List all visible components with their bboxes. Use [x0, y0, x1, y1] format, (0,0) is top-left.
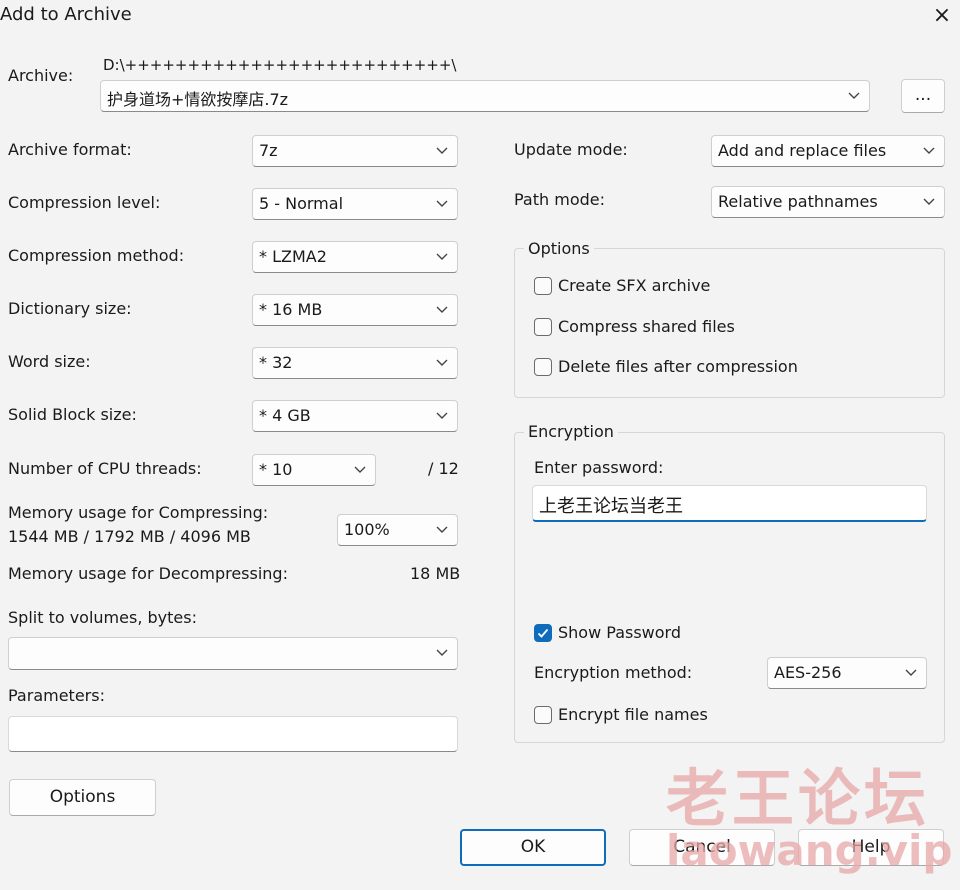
path-mode-label: Path mode: — [514, 190, 605, 209]
memory-usage-select[interactable]: 100% — [337, 514, 458, 546]
encryption-method-label: Encryption method: — [534, 663, 693, 682]
ok-button[interactable]: OK — [460, 829, 606, 866]
compression-level-value: 5 - Normal — [259, 194, 344, 213]
options-button[interactable]: Options — [9, 779, 156, 816]
memory-decompress-label: Memory usage for Decompressing: — [8, 564, 288, 583]
solid-block-size-select[interactable]: * 4 GB — [252, 400, 458, 432]
chevron-down-icon — [848, 92, 860, 99]
archive-format-label: Archive format: — [8, 140, 132, 159]
cpu-threads-label: Number of CPU threads: — [8, 459, 202, 478]
delete-after-label: Delete files after compression — [558, 357, 798, 376]
cpu-threads-max: / 12 — [428, 459, 459, 478]
browse-button[interactable]: ... — [901, 79, 945, 113]
compression-level-select[interactable]: 5 - Normal — [252, 188, 458, 220]
compression-method-select[interactable]: * LZMA2 — [252, 241, 458, 273]
chevron-down-icon — [436, 253, 448, 260]
encryption-group-legend: Encryption — [524, 422, 618, 441]
chevron-down-icon — [436, 412, 448, 419]
enter-password-label: Enter password: — [534, 458, 664, 477]
password-input[interactable]: 上老王论坛当老王 — [532, 485, 927, 522]
checkmark-icon — [537, 628, 549, 638]
archive-filename-combo[interactable]: 护身道场+情欲按摩店.7z — [100, 80, 870, 112]
compress-shared-checkbox[interactable] — [534, 318, 552, 336]
compression-method-label: Compression method: — [8, 246, 185, 265]
compress-shared-label: Compress shared files — [558, 317, 735, 336]
parameters-label: Parameters: — [8, 686, 105, 705]
create-sfx-label: Create SFX archive — [558, 276, 711, 295]
dictionary-size-label: Dictionary size: — [8, 299, 132, 318]
encrypt-names-label: Encrypt file names — [558, 705, 708, 724]
archive-filename-value: 护身道场+情欲按摩店.7z — [107, 90, 289, 109]
chevron-down-icon — [436, 526, 448, 533]
memory-compress-detail: 1544 MB / 1792 MB / 4096 MB — [8, 527, 251, 546]
show-password-label: Show Password — [558, 623, 681, 642]
dictionary-size-value: * 16 MB — [259, 300, 323, 319]
options-group-legend: Options — [524, 239, 594, 258]
archive-label: Archive: — [8, 66, 74, 85]
path-mode-value: Relative pathnames — [718, 192, 878, 211]
word-size-label: Word size: — [8, 352, 91, 371]
memory-usage-value: 100% — [344, 520, 390, 539]
update-mode-value: Add and replace files — [718, 141, 887, 160]
split-volumes-combo[interactable] — [8, 637, 458, 670]
encrypt-names-checkbox[interactable] — [534, 706, 552, 724]
compression-method-value: * LZMA2 — [259, 247, 327, 266]
chevron-down-icon — [905, 669, 917, 676]
chevron-down-icon — [436, 147, 448, 154]
parameters-input[interactable] — [8, 716, 458, 752]
chevron-down-icon — [436, 649, 448, 656]
archive-format-value: 7z — [259, 141, 278, 160]
chevron-down-icon — [923, 198, 935, 205]
archive-format-select[interactable]: 7z — [252, 135, 458, 167]
chevron-down-icon — [436, 306, 448, 313]
create-sfx-checkbox[interactable] — [534, 277, 552, 295]
watermark-text-url: laowang.vip — [666, 826, 953, 875]
cpu-threads-value: * 10 — [259, 460, 293, 479]
cpu-threads-select[interactable]: * 10 — [252, 454, 376, 486]
show-password-checkbox[interactable] — [534, 624, 552, 642]
memory-compress-label: Memory usage for Compressing: — [8, 503, 269, 522]
word-size-value: * 32 — [259, 353, 293, 372]
solid-block-size-value: * 4 GB — [259, 406, 311, 425]
password-value: 上老王论坛当老王 — [539, 496, 683, 517]
chevron-down-icon — [436, 200, 448, 207]
memory-decompress-value: 18 MB — [410, 564, 461, 583]
chevron-down-icon — [354, 466, 366, 473]
chevron-down-icon — [436, 359, 448, 366]
title-bar: Add to Archive × — [0, 0, 960, 34]
word-size-select[interactable]: * 32 — [252, 347, 458, 379]
encryption-method-select[interactable]: AES-256 — [767, 657, 927, 689]
solid-block-size-label: Solid Block size: — [8, 405, 137, 424]
close-icon[interactable]: × — [928, 2, 956, 30]
path-mode-select[interactable]: Relative pathnames — [711, 186, 945, 218]
split-volumes-label: Split to volumes, bytes: — [8, 608, 197, 627]
update-mode-select[interactable]: Add and replace files — [711, 135, 945, 167]
window-title: Add to Archive — [0, 4, 132, 25]
dictionary-size-select[interactable]: * 16 MB — [252, 294, 458, 326]
delete-after-checkbox[interactable] — [534, 358, 552, 376]
compression-level-label: Compression level: — [8, 193, 161, 212]
watermark-text-cn: 老王论坛 — [666, 762, 931, 835]
chevron-down-icon — [923, 147, 935, 154]
encryption-group — [514, 432, 945, 743]
encryption-method-value: AES-256 — [774, 663, 842, 682]
update-mode-label: Update mode: — [514, 140, 628, 159]
archive-path: D:\++++++++++++++++++++++++++\ — [103, 56, 457, 74]
